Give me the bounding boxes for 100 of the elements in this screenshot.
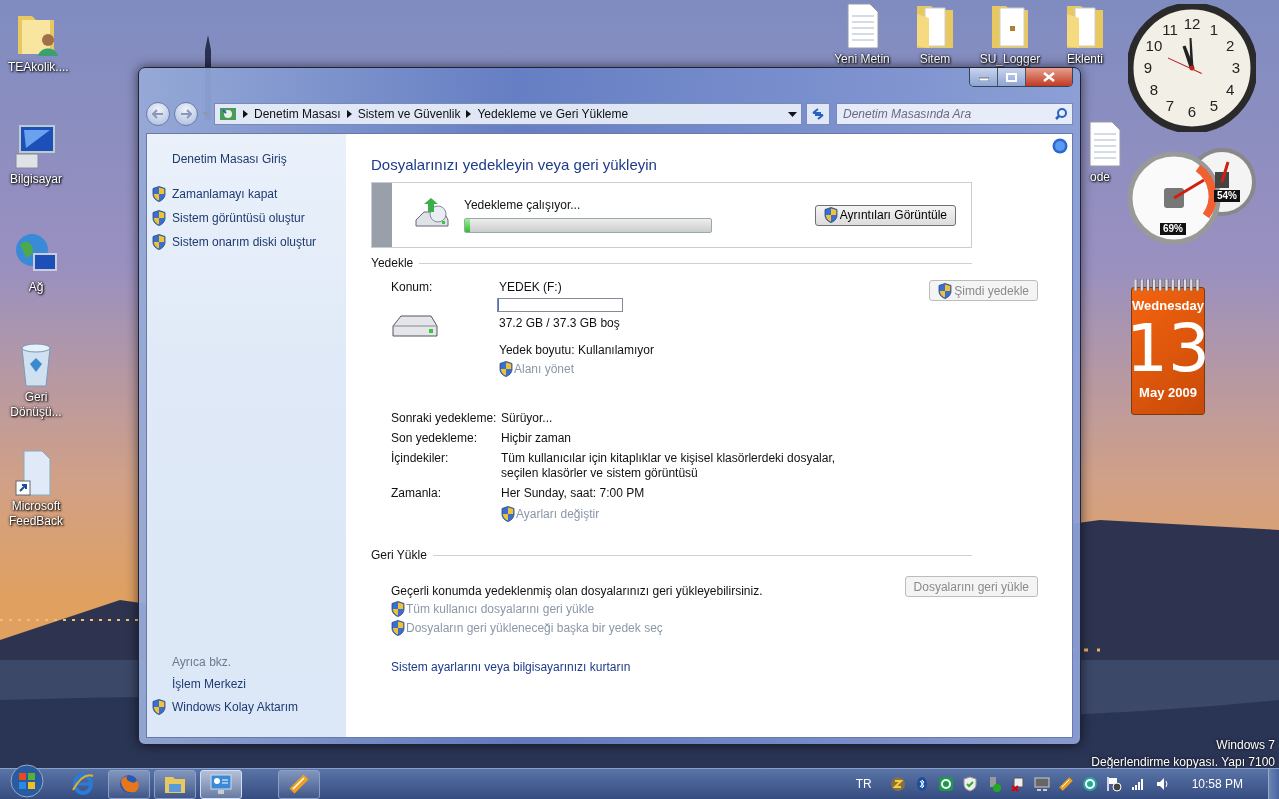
calendar-rings-icon [1134,279,1202,291]
back-arrow-icon [152,109,164,119]
see-also-heading: Ayrıca bkz. [171,655,233,669]
start-button[interactable] [10,764,44,798]
maximize-button[interactable] [998,68,1026,86]
chevron-right-icon[interactable] [346,110,352,118]
shield-icon[interactable] [961,776,978,792]
view-details-button[interactable]: Ayrıntıları Görüntüle [814,204,956,226]
chevron-right-icon[interactable] [466,110,472,118]
control-panel-icon [209,772,233,796]
breadcrumb[interactable]: Denetim Masası [254,107,341,121]
signal-icon[interactable] [1129,776,1146,792]
os-notice-text: Değerlendirme kopyası. Yapı 7100 [1091,754,1275,768]
clock-numeral: 4 [1225,81,1235,98]
close-button[interactable] [1026,68,1072,86]
calendar-weekday: Wednesday [1132,298,1204,313]
taskbar-button[interactable] [108,769,150,799]
taskbar-button[interactable] [278,769,320,799]
detail-value: Sürüyor... [501,411,554,426]
clock-numeral: 3 [1231,59,1241,76]
status-side-bar [372,183,392,247]
detail-label: Son yedekleme: [391,431,479,446]
flag-icon[interactable] [1105,776,1122,792]
sidebar-link[interactable]: Zamanlamayı kapat [152,186,346,202]
desktop-icon-label: Ağ [27,280,45,295]
caret-icon[interactable] [788,111,797,117]
detail-label: İçindekiler: [391,451,450,467]
power-icon[interactable] [1009,776,1026,792]
calendar-month-year: May 2009 [1139,385,1197,400]
refresh-icon [811,108,825,120]
shield-icon [501,506,515,522]
breadcrumb[interactable]: Yedekleme ve Geri Yükleme [477,107,629,121]
ie-icon [71,772,95,796]
chevron-right-icon[interactable] [243,110,248,118]
shield-icon [499,361,513,377]
clock-numeral: 7 [1165,97,1175,115]
cpu-usage-reading: 69% [1160,223,1186,235]
firefox-icon [117,772,141,796]
language-indicator[interactable]: TR [855,777,872,791]
media-icon[interactable] [1057,776,1074,792]
sidebar-link[interactable]: Windows Kolay Aktarım [152,699,346,715]
backup-size-text: Yedek boyutu: Kullanılamıyor [499,343,655,357]
z-icon[interactable] [889,776,906,792]
status-text: Yedekleme çalışıyor... [464,197,582,212]
taskbar-button[interactable] [154,769,196,799]
free-space-text: 37.2 GB / 37.3 GB boş [499,316,621,330]
clock-numeral: 6 [1187,103,1197,120]
shield-icon [823,207,838,223]
hard-drive-icon [391,314,439,340]
help-icon[interactable] [1052,138,1068,154]
search-field[interactable]: Denetim Masasında Ara [836,103,1073,125]
restore-description: Geçerli konumda yedeklenmiş olan dosyalarınızı geri yükleyebilirsiniz. [391,584,763,598]
clock-numeral: 2 [1225,37,1235,54]
shield-icon [938,282,953,299]
clock-numeral: 10 [1145,37,1163,54]
detail-value: Tüm kullanıcılar için kitaplıklar ve kişisel klasörlerdeki dosyalar, seçilen klasörler ve sistem görüntüsü [501,451,837,481]
back-button[interactable] [146,102,170,126]
shield-icon [391,601,405,617]
sidebar-link[interactable]: Sistem onarım diski oluştur [152,234,346,250]
ring-icon[interactable] [937,776,954,792]
desktop-icon-label: ode [1089,170,1110,185]
detail-value: Her Sunday, saat: 7:00 PM [501,486,646,501]
recover-system-link[interactable]: Sistem ayarlarını veya bilgisayarınızı kurtarın [391,660,631,674]
field-label: Konum: [391,280,434,294]
desktop-icon-label: Eklenti [1067,52,1103,67]
memory-usage-reading: 54% [1214,190,1240,202]
desktop-icon-label: Yeni Metin [834,52,890,67]
shield-icon [391,620,405,636]
calendar-day: 13 [1126,313,1210,385]
desktop-icon-label: SU_Logger [979,52,1041,67]
monitor-icon[interactable] [1033,776,1050,792]
clock-numeral: 1 [1209,20,1219,38]
minimize-button[interactable] [970,68,998,86]
sidebar-link[interactable]: Sistem görüntüsü oluştur [152,210,346,226]
forward-button[interactable] [174,102,198,126]
clock-numeral: 5 [1209,97,1219,115]
detail-label: Sonraki yedekleme: [391,411,498,426]
circle-icon[interactable] [1081,776,1098,792]
sidebar-link[interactable]: Denetim Masası Giriş [152,152,346,166]
clock-numeral: 11 [1162,20,1178,38]
clock-time[interactable]: 10:58 PM [1191,777,1243,791]
desktop-icon-label: Bilgisayar [9,172,63,187]
media-icon [287,772,311,796]
detail-value: Hiçbir zaman [501,431,573,446]
clock-numeral: 9 [1143,59,1153,76]
address-bar[interactable]: Denetim Masası Sistem ve Güvenlik Yedekleme ve Geri Yükleme [214,103,802,125]
clock-numeral: 12 [1183,15,1201,32]
clock-hands-icon [1168,38,1202,74]
desktop-icon-label: Microsoft FeedBack [8,499,64,529]
breadcrumb[interactable]: Sistem ve Güvenlik [357,107,461,121]
drive-name: YEDEK (F:) [499,280,563,294]
clock-numeral: 8 [1149,81,1159,98]
detail-label: Zamanla: [391,486,443,501]
desktop-icon-label: Geri Dönüşü... [9,390,63,420]
close-icon [1043,72,1055,82]
refresh-button[interactable] [806,103,830,125]
page-title: Dosyalarınızı yedekleyin veya geri yükleyin [371,156,658,173]
section-heading: Yedekle [371,256,414,270]
sidebar-link[interactable]: İşlem Merkezi [152,677,346,691]
section-heading: Geri Yükle [371,548,427,562]
